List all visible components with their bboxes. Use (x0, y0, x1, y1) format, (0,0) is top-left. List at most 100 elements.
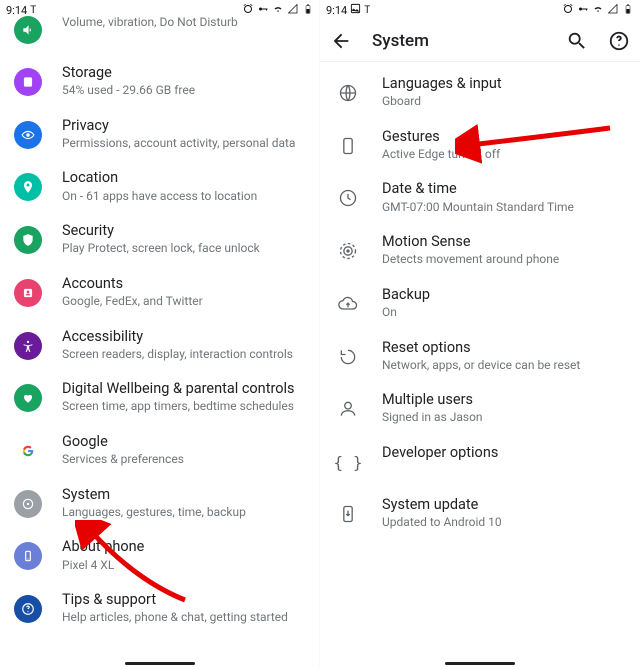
privacy-title: Privacy (62, 117, 306, 135)
settings-item-tips[interactable]: Tips & support Help articles, phone & ch… (0, 582, 320, 635)
devopts-title: Developer options (382, 444, 626, 462)
system-item-motion-sense[interactable]: Motion Sense Detects movement around pho… (320, 224, 640, 277)
update-sub: Updated to Android 10 (382, 515, 626, 531)
back-button[interactable] (330, 30, 352, 52)
motion-sense-icon (332, 235, 364, 267)
settings-item-accessibility[interactable]: Accessibility Screen readers, display, i… (0, 319, 320, 372)
cloud-upload-icon (332, 288, 364, 320)
storage-sub: 54% used - 29.66 GB free (62, 83, 306, 99)
about-phone-icon (14, 542, 42, 570)
settings-item-location[interactable]: Location On - 61 apps have access to loc… (0, 160, 320, 213)
page-title: System (372, 31, 429, 51)
privacy-icon (14, 121, 42, 149)
tips-sub: Help articles, phone & chat, getting sta… (62, 610, 306, 626)
google-icon (14, 437, 42, 465)
security-sub: Play Protect, screen lock, face unlock (62, 241, 306, 257)
settings-item-google[interactable]: Google Services & preferences (0, 424, 320, 477)
system-icon (14, 490, 42, 518)
globe-icon (332, 77, 364, 109)
settings-item-security[interactable]: Security Play Protect, screen lock, face… (0, 213, 320, 266)
sound-icon (14, 16, 42, 44)
status-time: 9:14 (326, 4, 347, 17)
signal-icon (607, 3, 619, 18)
icon-col (12, 14, 44, 46)
reset-sub: Network, apps, or device can be reset (382, 358, 626, 374)
google-title: Google (62, 433, 306, 451)
system-item-system-update[interactable]: System update Updated to Android 10 (320, 487, 640, 540)
clock-icon (332, 182, 364, 214)
image-icon (350, 3, 361, 17)
location-title: Location (62, 169, 306, 187)
motion-title: Motion Sense (382, 233, 626, 251)
braces-icon: { } (332, 446, 364, 478)
about-phone-title: About phone (62, 538, 306, 556)
wifi-icon (592, 3, 604, 18)
system-item-multiple-users[interactable]: Multiple users Signed in as Jason (320, 382, 640, 435)
settings-list: Volume, vibration, Do Not Disturb Storag… (0, 20, 320, 635)
system-item-gestures[interactable]: Gestures Active Edge turned off (320, 119, 640, 172)
system-item-backup[interactable]: Backup On (320, 277, 640, 330)
settings-item-sound[interactable]: Volume, vibration, Do Not Disturb (0, 12, 320, 55)
system-item-developer-options[interactable]: { } Developer options (320, 435, 640, 487)
update-title: System update (382, 496, 626, 514)
battery-icon (622, 3, 634, 18)
system-item-reset[interactable]: Reset options Network, apps, or device c… (320, 330, 640, 383)
text-col: Volume, vibration, Do Not Disturb (62, 12, 306, 31)
settings-item-privacy[interactable]: Privacy Permissions, account activity, p… (0, 108, 320, 161)
location-sub: On - 61 apps have access to location (62, 189, 306, 205)
gestures-sub: Active Edge turned off (382, 147, 626, 163)
system-item-datetime[interactable]: Date & time GMT-07:00 Mountain Standard … (320, 171, 640, 224)
settings-main-screen: 9:14 T (0, 0, 320, 669)
storage-icon (14, 68, 42, 96)
accounts-title: Accounts (62, 275, 306, 293)
tesla-icon: T (364, 5, 370, 16)
tips-title: Tips & support (62, 591, 306, 609)
topbar: System (320, 20, 640, 62)
system-settings-screen: 9:14 T System (320, 0, 640, 669)
settings-item-system[interactable]: System Languages, gestures, time, backup (0, 477, 320, 530)
settings-item-accounts[interactable]: Accounts Google, FedEx, and Twitter (0, 266, 320, 319)
help-button[interactable] (608, 30, 630, 52)
wellbeing-title: Digital Wellbeing & parental controls (62, 380, 306, 398)
security-title: Security (62, 222, 306, 240)
wellbeing-sub: Screen time, app timers, bedtime schedul… (62, 399, 306, 415)
security-icon (14, 226, 42, 254)
reset-title: Reset options (382, 339, 626, 357)
sound-sub: Volume, vibration, Do Not Disturb (62, 15, 306, 31)
languages-sub: Gboard (382, 94, 626, 110)
accessibility-title: Accessibility (62, 328, 306, 346)
system-update-icon (332, 498, 364, 530)
search-button[interactable] (566, 30, 588, 52)
settings-item-storage[interactable]: Storage 54% used - 29.66 GB free (0, 55, 320, 108)
gestures-title: Gestures (382, 128, 626, 146)
status-bar: 9:14 T (320, 0, 640, 20)
datetime-title: Date & time (382, 180, 626, 198)
gestures-icon (332, 130, 364, 162)
settings-item-wellbeing[interactable]: Digital Wellbeing & parental controls Sc… (0, 371, 320, 424)
backup-title: Backup (382, 286, 626, 304)
user-icon (332, 393, 364, 425)
languages-title: Languages & input (382, 75, 626, 93)
accessibility-icon (14, 332, 42, 360)
storage-title: Storage (62, 64, 306, 82)
gesture-home-bar[interactable] (125, 662, 195, 665)
privacy-sub: Permissions, account activity, personal … (62, 136, 306, 152)
accounts-sub: Google, FedEx, and Twitter (62, 294, 306, 310)
alarm-icon (562, 3, 574, 18)
users-title: Multiple users (382, 391, 626, 409)
key-icon (577, 3, 589, 18)
settings-item-about-phone[interactable]: About phone Pixel 4 XL (0, 529, 320, 582)
users-sub: Signed in as Jason (382, 410, 626, 426)
backup-sub: On (382, 305, 626, 321)
datetime-sub: GMT-07:00 Mountain Standard Time (382, 200, 626, 216)
about-phone-sub: Pixel 4 XL (62, 558, 306, 574)
reset-icon (332, 341, 364, 373)
location-icon (14, 173, 42, 201)
accounts-icon (14, 279, 42, 307)
motion-sub: Detects movement around phone (382, 252, 626, 268)
system-sub: Languages, gestures, time, backup (62, 505, 306, 521)
accessibility-sub: Screen readers, display, interaction con… (62, 347, 306, 363)
system-item-languages[interactable]: Languages & input Gboard (320, 66, 640, 119)
system-title: System (62, 486, 306, 504)
gesture-home-bar[interactable] (445, 662, 515, 665)
